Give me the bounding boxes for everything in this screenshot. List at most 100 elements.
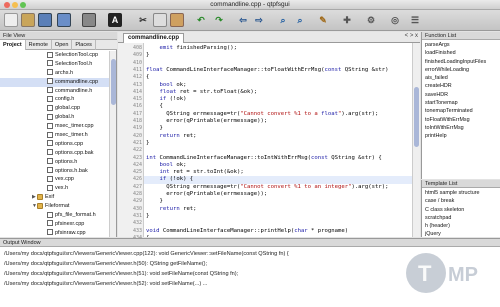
template-list-item[interactable]: html5 sample structure [422, 189, 500, 197]
code-line[interactable]: bool ok; [146, 82, 186, 88]
code-line[interactable]: { [146, 235, 149, 237]
paste-icon[interactable] [170, 13, 184, 27]
tool-icon-2[interactable]: ⇨ [252, 13, 266, 27]
tab-project[interactable]: Project [0, 40, 26, 50]
function-list-item[interactable]: createHDR [422, 82, 500, 90]
redo-icon[interactable]: ↷ [212, 13, 226, 27]
tab-remote[interactable]: Remote [26, 40, 52, 50]
undo-icon[interactable]: ↶ [194, 13, 208, 27]
code-line[interactable]: { [146, 74, 149, 80]
file-icon [47, 51, 53, 58]
function-list-item[interactable]: saveHDR [422, 91, 500, 99]
file-item[interactable]: options.h.bak [0, 167, 110, 176]
editor-scrollbar[interactable] [412, 43, 420, 237]
file-item[interactable]: options.h [0, 158, 110, 167]
new-file-icon[interactable] [4, 13, 18, 27]
tab-places[interactable]: Places [72, 40, 96, 50]
code-line[interactable]: } [146, 140, 149, 146]
function-list-item[interactable]: tonemapTerminated [422, 107, 500, 115]
file-item[interactable]: msec_timer.cpp [0, 122, 110, 131]
template-list-item[interactable]: case / break [422, 197, 500, 205]
function-list-item[interactable]: toFloatWithErrMsg [422, 116, 500, 124]
function-list-item[interactable]: finishedLoadingInputFiles [422, 58, 500, 66]
code-line[interactable]: int ret = str.toInt(&ok); [146, 169, 243, 175]
file-name: archs.h [55, 69, 74, 76]
tool-icon-8[interactable]: ◎ [388, 13, 402, 27]
file-item[interactable]: options.cpp [0, 140, 110, 149]
template-list-item[interactable]: C class skeleton [422, 206, 500, 214]
file-name: options.h.bak [55, 167, 88, 174]
function-list-item[interactable]: startTonemap [422, 99, 500, 107]
function-list-item[interactable]: printHelp [422, 132, 500, 140]
file-item[interactable]: SelectionTool.cpp [0, 51, 110, 60]
save-icon[interactable] [38, 13, 52, 27]
file-item[interactable]: pfsinraw.cpp [0, 229, 110, 237]
code-line[interactable]: QString errmessage=tr("Cannot convert %1… [146, 184, 388, 190]
folder-item[interactable]: ▼ Fileformat [0, 202, 110, 211]
code-line[interactable]: QString errmessage=tr("Cannot convert %1… [146, 111, 378, 117]
code-line[interactable]: float ret = str.toFloat(&ok); [146, 89, 257, 95]
function-list-item[interactable]: parseArgs [422, 41, 500, 50]
file-item[interactable]: archs.h [0, 69, 110, 78]
code-line[interactable]: } [146, 125, 162, 131]
file-item[interactable]: commandline.h [0, 87, 110, 96]
function-list-item[interactable]: errorWhileLoading [422, 66, 500, 74]
scrollbar-thumb[interactable] [111, 59, 116, 105]
file-item[interactable]: config.h [0, 95, 110, 104]
tool-icon-3[interactable]: ⌕ [276, 13, 290, 27]
code-line[interactable]: return ret; [146, 206, 196, 212]
code-area[interactable]: emit finishedParsing();} float CommandLin… [144, 43, 412, 237]
file-view-panel: File View Project Remote Open Places Sel… [0, 32, 117, 237]
file-item[interactable]: msec_timer.h [0, 131, 110, 140]
file-view-scrollbar[interactable] [109, 51, 116, 237]
font-icon[interactable]: A [108, 13, 122, 27]
scrollbar-thumb[interactable] [414, 87, 419, 147]
save-all-icon[interactable] [57, 13, 71, 27]
tab-open[interactable]: Open [52, 40, 73, 50]
file-item[interactable]: vex.cpp [0, 175, 110, 184]
code-line[interactable]: { [146, 103, 162, 109]
open-icon[interactable] [21, 13, 35, 27]
template-list-item[interactable]: scratchpad [422, 214, 500, 222]
code-line[interactable]: } [146, 198, 162, 204]
code-line[interactable]: emit finishedParsing(); [146, 45, 236, 51]
file-item[interactable]: vex.h [0, 184, 110, 193]
cut-icon[interactable]: ✂ [136, 13, 150, 27]
editor-tab-nav[interactable]: < > x [405, 33, 418, 39]
code-line[interactable]: error(qPrintable(errmessage)); [146, 191, 267, 197]
code-line[interactable]: void CommandLineInterfaceManager::printH… [146, 228, 348, 234]
code-line[interactable]: if (!ok) { [146, 176, 193, 182]
function-list-item[interactable]: toIntWithErrMsg [422, 124, 500, 132]
tool-icon-1[interactable]: ⇦ [236, 13, 250, 27]
code-line[interactable]: error(qPrintable(errmessage)); [146, 118, 267, 124]
tool-icon-6[interactable]: ✚ [340, 13, 354, 27]
template-list-item[interactable]: h (header) [422, 222, 500, 230]
file-item[interactable]: global.cpp [0, 104, 110, 113]
function-list-item[interactable]: ais_failed [422, 74, 500, 82]
file-item[interactable]: pfs_file_format.h [0, 211, 110, 220]
code-line[interactable]: int CommandLineInterfaceManager::toIntWi… [146, 155, 382, 161]
file-item[interactable]: global.h [0, 113, 110, 122]
code-line[interactable]: } [146, 213, 149, 219]
editor-tab[interactable]: commandline.cpp [123, 33, 185, 43]
tool-icon-5[interactable]: ✎ [316, 13, 330, 27]
code-line[interactable]: bool ok; [146, 162, 186, 168]
tool-icon-4[interactable]: ⌕ [293, 13, 307, 27]
file-item[interactable]: pfsinexr.cpp [0, 220, 110, 229]
file-icon [47, 140, 53, 147]
copy-icon[interactable] [153, 13, 167, 27]
file-icon [47, 167, 53, 174]
file-item[interactable]: SelectionTool.h [0, 60, 110, 69]
file-item[interactable]: options.cpp.bak [0, 149, 110, 158]
code-line[interactable]: return ret; [146, 133, 196, 139]
tool-icon-9[interactable]: ☰ [408, 13, 422, 27]
function-list-item[interactable]: loadFinished [422, 49, 500, 57]
folder-item[interactable]: ▶ Exif [0, 193, 110, 202]
tool-icon-7[interactable]: ⚙ [364, 13, 378, 27]
file-name: msec_timer.h [55, 132, 88, 139]
file-item[interactable]: commandline.cpp [0, 77, 110, 87]
code-line[interactable]: float CommandLineInterfaceManager::toFlo… [146, 67, 389, 73]
code-line[interactable]: if (!ok) [146, 96, 186, 102]
print-icon[interactable] [82, 13, 96, 27]
code-line[interactable]: } [146, 52, 149, 58]
